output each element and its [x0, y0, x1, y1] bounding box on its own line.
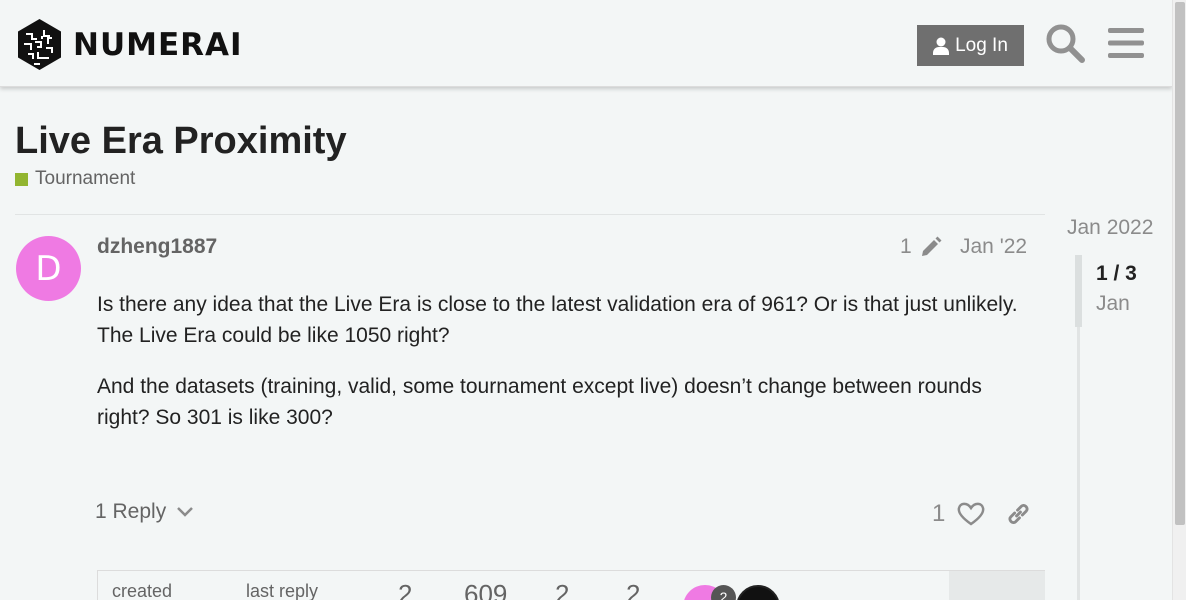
site-logo[interactable]: NUMERAI — [16, 18, 243, 71]
log-in-button[interactable]: Log In — [917, 25, 1024, 66]
link-icon[interactable] — [1005, 500, 1032, 528]
chevron-down-icon — [177, 507, 194, 517]
participant-avatar[interactable] — [736, 585, 780, 600]
timeline-current-date: Jan — [1096, 292, 1130, 315]
post-date[interactable]: Jan '22 — [960, 235, 1027, 259]
scrollbar-thumb[interactable] — [1175, 2, 1185, 525]
title-divider — [15, 214, 1045, 215]
last-reply-label: last reply — [246, 581, 319, 600]
edit-history-button[interactable]: 1 — [900, 235, 942, 259]
post-author[interactable]: dzheng1887 — [97, 235, 217, 259]
users-stat: 2 — [555, 579, 570, 600]
show-replies-button[interactable]: 1 Reply — [95, 500, 194, 524]
topic-map: created last reply 2 609 2 2 2 — [97, 570, 1045, 600]
timeline-handle[interactable] — [1075, 255, 1082, 327]
participant-post-count-badge: 2 — [711, 585, 736, 600]
like-count[interactable]: 1 — [932, 500, 945, 528]
topic-map-expand-button[interactable] — [949, 571, 1045, 600]
log-in-label: Log In — [955, 34, 1008, 56]
pencil-icon — [921, 236, 942, 256]
user-icon — [933, 37, 950, 55]
logo-text: NUMERAI — [73, 26, 243, 63]
page-scrollbar[interactable] — [1172, 0, 1186, 600]
category-badge[interactable]: Tournament — [15, 168, 135, 190]
topic-title[interactable]: Live Era Proximity — [15, 120, 347, 163]
avatar[interactable]: D — [16, 236, 81, 301]
category-color-swatch — [15, 172, 28, 186]
site-header: NUMERAI Log In — [0, 0, 1172, 87]
hamburger-menu-icon[interactable] — [1108, 26, 1144, 60]
avatar-letter: D — [35, 248, 62, 289]
timeline-start-date[interactable]: Jan 2022 — [1067, 216, 1153, 240]
numerai-logo-icon — [18, 19, 61, 70]
post-paragraph: And the datasets (training, valid, some … — [97, 375, 982, 429]
heart-icon[interactable] — [957, 500, 985, 528]
replies-stat: 2 — [398, 579, 413, 600]
created-label: created — [112, 581, 173, 600]
likes-stat: 2 — [626, 579, 641, 600]
edit-count: 1 — [900, 235, 912, 258]
replies-label: 1 Reply — [95, 500, 167, 523]
post-paragraph: Is there any idea that the Live Era is c… — [97, 293, 1018, 347]
category-label: Tournament — [35, 168, 136, 189]
views-stat: 609 — [464, 579, 508, 600]
post-body: Is there any idea that the Live Era is c… — [97, 290, 1037, 454]
timeline-position: 1 / 3 — [1096, 262, 1137, 285]
search-icon[interactable] — [1045, 23, 1085, 63]
